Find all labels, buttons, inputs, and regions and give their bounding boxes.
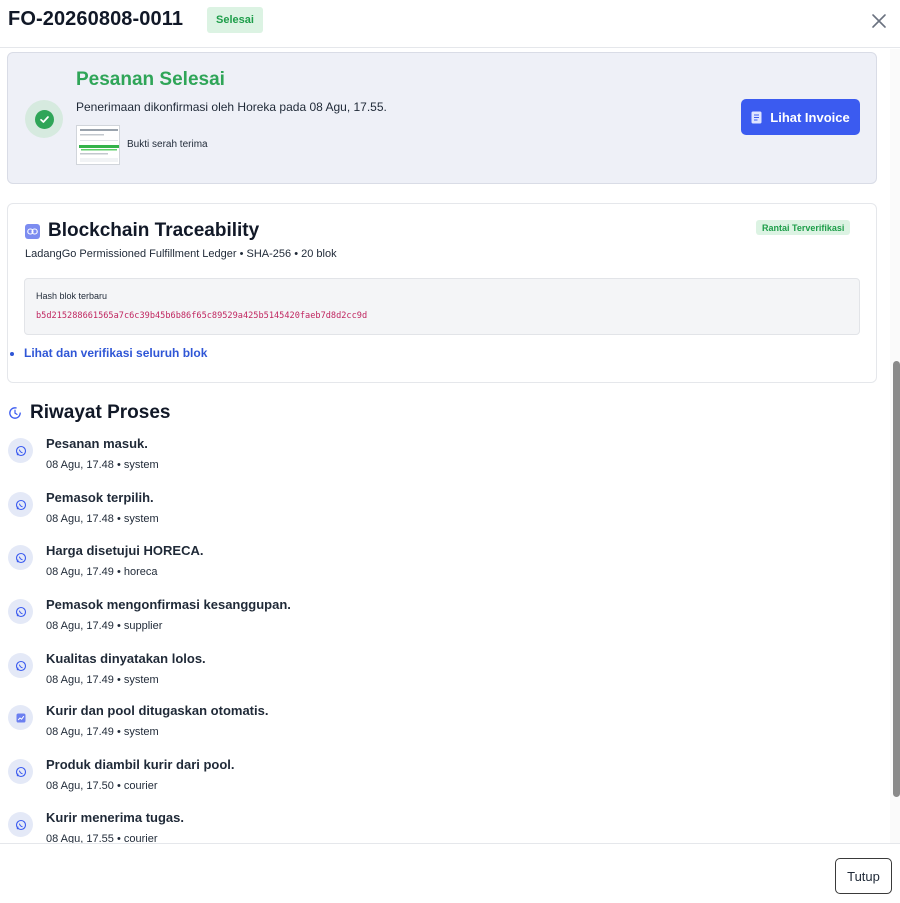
view-invoice-label: Lihat Invoice	[770, 109, 850, 125]
document-icon	[751, 111, 762, 123]
timeline-item-title: Kurir menerima tugas.	[46, 810, 184, 825]
latest-hash-box: Hash blok terbaru b5d215288661565a7c6c39…	[24, 278, 860, 335]
timeline-item-title: Harga disetujui HORECA.	[46, 543, 204, 558]
timeline-item-meta: 08 Agu, 17.49 • horeca	[46, 566, 158, 578]
check-icon	[34, 109, 54, 129]
hash-label: Hash blok terbaru	[36, 291, 108, 301]
whatsapp-icon	[8, 599, 33, 624]
link-icon	[25, 224, 40, 239]
order-id-title: FO-20260808-0011	[8, 8, 184, 30]
completion-description: Penerimaan dikonfirmasi oleh Horeka pada…	[76, 100, 387, 114]
timeline-item-meta: 08 Agu, 17.49 • system	[46, 674, 159, 686]
whatsapp-icon	[8, 812, 33, 837]
whatsapp-icon	[8, 759, 33, 784]
blockchain-title: Blockchain Traceability	[48, 220, 260, 241]
timeline-item-meta: 08 Agu, 17.55 • courier	[46, 833, 158, 843]
close-button[interactable]	[868, 10, 890, 32]
modal-footer: Tutup	[0, 843, 900, 903]
blockchain-card: Blockchain Traceability Rantai Terverifi…	[7, 203, 877, 383]
completion-title: Pesanan Selesai	[76, 69, 225, 90]
timeline-item: Kurir menerima tugas. 08 Agu, 17.55 • co…	[0, 810, 880, 843]
timeline-item: Pemasok terpilih. 08 Agu, 17.48 • system	[0, 490, 880, 532]
dashboard-icon	[8, 705, 33, 730]
timeline-item: Kurir dan pool ditugaskan otomatis. 08 A…	[0, 703, 880, 745]
timeline-item: Kualitas dinyatakan lolos. 08 Agu, 17.49…	[0, 651, 880, 693]
timeline-item-title: Kurir dan pool ditugaskan otomatis.	[46, 703, 269, 718]
proof-thumbnail[interactable]	[76, 125, 120, 165]
timeline-item-title: Kualitas dinyatakan lolos.	[46, 651, 206, 666]
completion-card: Pesanan Selesai Penerimaan dikonfirmasi …	[7, 52, 877, 184]
verified-badge: Rantai Terverifikasi	[756, 220, 851, 235]
view-invoice-button[interactable]: Lihat Invoice	[741, 99, 860, 135]
proof-label: Bukti serah terima	[127, 139, 208, 150]
whatsapp-icon	[8, 545, 33, 570]
close-icon	[872, 14, 886, 28]
timeline-item: Pemasok mengonfirmasi kesanggupan. 08 Ag…	[0, 597, 880, 639]
whatsapp-icon	[8, 438, 33, 463]
scrollbar-thumb[interactable]	[893, 361, 900, 797]
modal-body[interactable]: Pesanan Selesai Penerimaan dikonfirmasi …	[0, 49, 900, 843]
timeline-item-meta: 08 Agu, 17.50 • courier	[46, 780, 158, 792]
history-title: Riwayat Proses	[30, 402, 171, 423]
close-footer-button[interactable]: Tutup	[835, 858, 892, 894]
whatsapp-icon	[8, 653, 33, 678]
timeline-item-meta: 08 Agu, 17.49 • system	[46, 726, 159, 738]
completion-status-circle	[25, 100, 63, 138]
status-badge: Selesai	[207, 7, 263, 33]
timeline-item-meta: 08 Agu, 17.48 • system	[46, 459, 159, 471]
modal-header: FO-20260808-0011 Selesai	[0, 0, 900, 48]
timeline-item-title: Produk diambil kurir dari pool.	[46, 757, 235, 772]
history-icon	[9, 407, 21, 419]
blockchain-subtitle: LadangGo Permissioned Fulfillment Ledger…	[25, 248, 337, 260]
timeline-item: Pesanan masuk. 08 Agu, 17.48 • system	[0, 436, 880, 478]
timeline-item: Produk diambil kurir dari pool. 08 Agu, …	[0, 757, 880, 799]
timeline-item-meta: 08 Agu, 17.48 • system	[46, 513, 159, 525]
timeline-item-meta: 08 Agu, 17.49 • supplier	[46, 620, 163, 632]
bullet-icon	[10, 352, 14, 356]
timeline-item-title: Pemasok terpilih.	[46, 490, 154, 505]
timeline-item-title: Pesanan masuk.	[46, 436, 148, 451]
verify-all-blocks-link[interactable]: Lihat dan verifikasi seluruh blok	[24, 346, 207, 360]
hash-value[interactable]: b5d215288661565a7c6c39b45b6b86f65c89529a…	[36, 311, 367, 321]
timeline-item-title: Pemasok mengonfirmasi kesanggupan.	[46, 597, 291, 612]
timeline-item: Harga disetujui HORECA. 08 Agu, 17.49 • …	[0, 543, 880, 585]
whatsapp-icon	[8, 492, 33, 517]
